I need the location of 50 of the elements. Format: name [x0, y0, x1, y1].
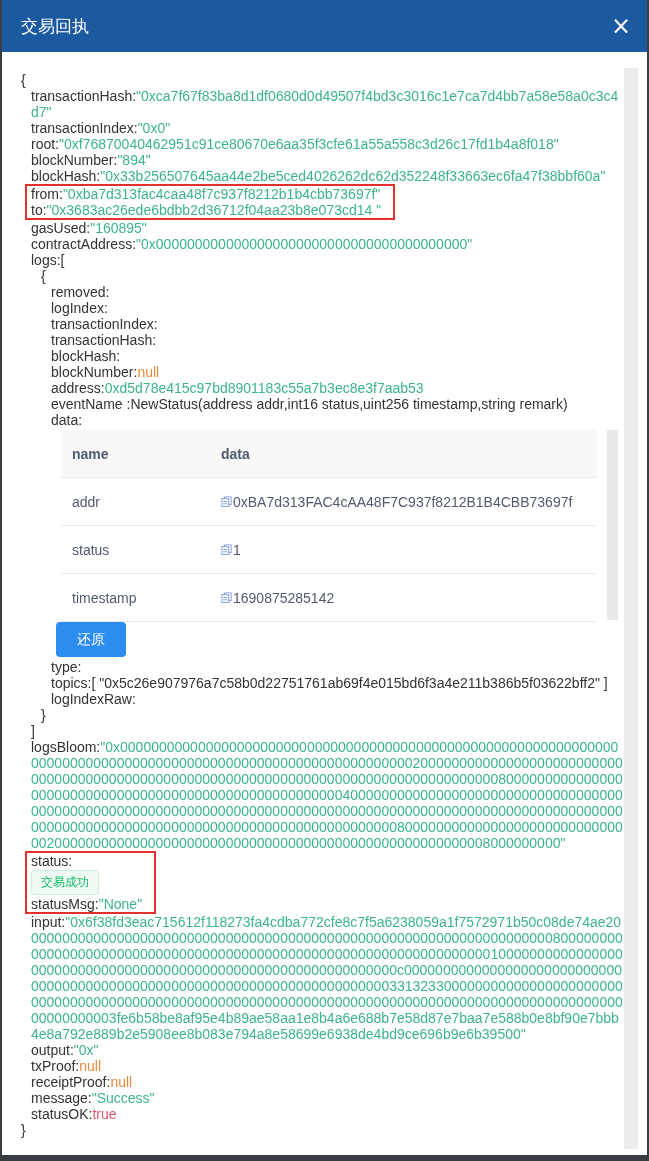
json-entry: transactionIndex:"0x0"	[31, 120, 172, 136]
copy-icon[interactable]	[221, 544, 232, 555]
json-entry: root:"0xf76870040462951c91ce80670e6aa35f3cfe61a55a558c3d26c17fd1b4a8f018"	[31, 136, 560, 152]
field-key: data:	[51, 412, 83, 428]
json-entry: statusOK:true	[31, 1106, 118, 1122]
bracket: ]	[31, 723, 35, 739]
json-entry: eventName :NewStatus(address addr,int16 status,uint256 timestamp,string remark)	[51, 396, 569, 412]
json-entry: removed:	[51, 284, 111, 300]
table-cell: 1690875285142	[233, 589, 335, 606]
json-entry: transactionIndex:	[51, 316, 159, 332]
table-cell: 1	[233, 541, 241, 558]
table-cell-text: timestamp	[71, 589, 138, 606]
json-entry: logsBloom:"0x00000000000000000000000000000000000000000000000000000000000000000000000000000000000000000000000000000000000000000200000000000000000000000000000000000000000000000000000000000000000000000000000000000000800000000000000000000000000000000000000000000000000000004000000000000000000000000000000000000000000000000000000000000000000000000000000000000000000000000000000000000000000000000000000000000000000000000000000000000008000000000000000000000000000000200000000000000000000000000000000000000000000000000000008000000000"	[31, 739, 624, 851]
close-button[interactable]: ×	[606, 14, 635, 38]
json-entry: logIndexRaw:	[51, 691, 137, 707]
table-cell-text: addr	[71, 493, 102, 510]
copy-icon[interactable]	[221, 496, 232, 507]
json-entry: statusMsg:"None"	[31, 896, 143, 912]
brace: {	[21, 72, 26, 88]
json-entry: topics:[ "0x5c26e907976a7c58b0d22751761ab69f4e015bd6f3a4e211b386b5f03622bff2" ]	[51, 675, 609, 691]
json-entry: receiptProof:null	[31, 1074, 134, 1090]
json-entry: type:	[51, 659, 83, 675]
brace: {	[41, 268, 46, 284]
dialog-title: 交易回执	[21, 15, 89, 38]
json-entry: to:"0x3683ac26ede6bdbb2d36712f04aa23b8e073cd14 "	[31, 202, 382, 218]
json-entry: blockHash:	[51, 348, 122, 364]
json-entry: contractAddress:"0x0000000000000000000000000000000000000000"	[31, 236, 474, 252]
json-entry: gasUsed:"160895"	[31, 220, 148, 236]
json-entry: from:"0xba7d313fac4caa48f7c937f8212b1b4cbb73697f"	[31, 186, 382, 202]
json-entry: transactionHash:	[51, 332, 158, 348]
field-key: status:	[31, 853, 73, 869]
field-key: logs:[	[31, 252, 65, 268]
json-entry: txProof:null	[31, 1058, 103, 1074]
json-entry: logIndex:	[51, 300, 109, 316]
json-entry: output:"0x"	[31, 1042, 100, 1058]
brace: }	[21, 1122, 26, 1138]
json-entry: blockNumber:"894"	[31, 152, 152, 168]
json-entry: message:"Success"	[31, 1090, 156, 1106]
table-cell-text: status	[71, 541, 111, 558]
status-tag: 交易成功	[31, 870, 99, 895]
json-entry: input:"0x6f38fd3eac715612f118273fa4cdba772cfe8c7f5a6238059a1f7572971b50c08de74ae200000000000000000000000000000000000000000000000000000000000000000000800000000000000000000000000000000000000000000000000000000000000000001000000000000000000000000000000000000000000000000000000000000000c00000000000000000000000000000000000000000000000000000000000000000000000000331323300000000000000000000000000000000000000000000000000000000000000000000000000000000000000000000000000000000000003fe6b58be8af95e4b89ae58aa1e8b4a6e688b7e58d87e7baa7e588b0e8bf90e7bbb4e8a792e889b2e5908ee8b083e794a8e58699e6938de4bd9ce696b9e6b39500"	[31, 914, 624, 1042]
table-cell: 0xBA7d313FAC4cAA48F7C937f8212B1B4CBB73697f	[233, 493, 573, 510]
json-entry: address:0xd5d78e415c97bd8901183c55a7b3ec8e3f7aab53	[51, 380, 425, 396]
column-header: data	[221, 445, 250, 462]
json-entry: blockHash:"0x33b256507645aa44e2be5ced4026262dc62d352248f33663ec6fa47f38bbf60a"	[31, 168, 607, 184]
brace: }	[41, 707, 46, 723]
copy-icon[interactable]	[221, 592, 232, 603]
json-entry: transactionHash:"0xca7f67f83ba8d1df0680d0d49507f4bd3c3016c1e7ca7d4bb7a58e58a0c3c4d7"	[31, 88, 620, 120]
column-header: name	[71, 445, 110, 462]
json-entry: blockNumber:null	[51, 364, 161, 380]
